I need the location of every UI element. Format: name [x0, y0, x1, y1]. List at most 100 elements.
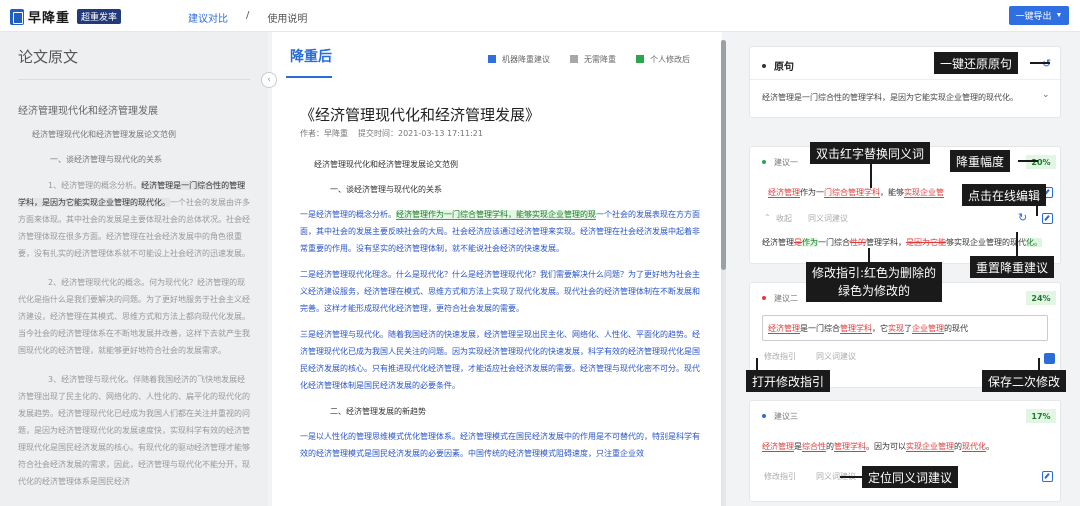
- legend-item-none: 无需降重: [570, 54, 616, 65]
- synonym-word[interactable]: 实现企业管理: [906, 442, 954, 452]
- nav-help[interactable]: 使用说明: [267, 10, 307, 25]
- original-p1-lead: 1、经济管理的概念分析。: [48, 181, 142, 190]
- callout-line: [868, 248, 870, 262]
- legend-item-machine: 机器降重建议: [488, 54, 550, 65]
- legend-swatch-green: [636, 55, 644, 63]
- suggestion-1-text[interactable]: 经济管理作为一门综合管理学科，能够实现企业管: [768, 187, 944, 198]
- legend-item-personal: 个人修改后: [636, 54, 690, 65]
- nav-separator: /: [246, 10, 250, 21]
- original-p1-rest: 一个社会的发展由许多方面来体现。其中社会的发展是主要体现社会的总体状况。社会经济…: [18, 198, 250, 258]
- synonym-word[interactable]: 门综合: [824, 188, 848, 198]
- synonym-word[interactable]: 管理学科: [840, 324, 872, 334]
- reset-icon[interactable]: ↻: [1018, 211, 1027, 224]
- synonym-word[interactable]: 经济管理: [762, 442, 794, 452]
- callout-guide-line-2: 绿色为修改的: [838, 284, 911, 298]
- synonym-word[interactable]: 实现: [888, 324, 904, 334]
- original-title: 经济管理现代化和经济管理发展: [18, 106, 158, 117]
- text-span: 是: [794, 442, 802, 451]
- callout-restore: 一键还原原句: [934, 52, 1019, 74]
- nav-compare[interactable]: 建议对比: [188, 10, 228, 25]
- document-paragraph-3[interactable]: 三是经济管理与现代化。随着我国经济的快速发展，经济管理呈现出民主化、网络化、人性…: [300, 326, 700, 394]
- legend: 机器降重建议 无需降重 个人修改后: [488, 54, 690, 65]
- text-span: 。因为可以: [866, 442, 906, 451]
- synonym-word[interactable]: 实现企业管: [904, 188, 944, 198]
- callout-line: [1036, 206, 1038, 216]
- callout-line: [1016, 232, 1018, 256]
- heading-underline: [286, 76, 332, 78]
- legend-swatch-blue: [488, 55, 496, 63]
- callout-line: [756, 358, 758, 370]
- text-span: 。: [986, 442, 994, 451]
- deleted-text: 是因为它能: [906, 238, 946, 247]
- document-paragraph-2[interactable]: 二是经济管理现代化理念。什么是现代化？什么是经济管理现代化？我们需要解决什么问题…: [300, 266, 700, 317]
- top-bar: 早降重 超重发率 建议对比 / 使用说明 一键导出 ▼: [0, 0, 1080, 32]
- edit-icon[interactable]: [1042, 471, 1053, 482]
- text-span: ，能够: [880, 188, 904, 197]
- synonym-suggestion-link[interactable]: 同义词建议: [808, 213, 848, 224]
- open-guide-link[interactable]: 修改指引: [764, 351, 796, 362]
- original-subtitle: 经济管理现代化和经济管理发展论文范例: [32, 130, 176, 139]
- brand-name: 早降重: [28, 11, 71, 26]
- synonym-word[interactable]: 企业管理: [912, 324, 944, 334]
- callout-dblclick: 双击红字替换同义词: [810, 142, 931, 164]
- modified-text: 化。: [1026, 238, 1042, 247]
- save-icon[interactable]: [1044, 353, 1055, 364]
- collapse-guide-link[interactable]: 收起: [776, 213, 792, 224]
- original-paragraph-2: 2、经济管理现代化的概念。何为现代化？经济管理的现代化是指什么是我们要解决的问题…: [18, 278, 250, 355]
- document-submit-time: 提交时间：2021-03-13 17:11:21: [358, 129, 483, 138]
- document-title: 《经济管理现代化和经济管理发展》: [300, 106, 541, 124]
- scrollbar-thumb[interactable]: [721, 40, 726, 270]
- original-paragraph-3: 3、经济管理与现代化。伴随着我国经济的飞快地发展经济管理出现了民主化的、网络化的…: [18, 375, 250, 486]
- document-paragraph-1[interactable]: 一是经济管理的概念分析。经济管理作为一门综合管理学科，能够实现企业管理的现一个社…: [300, 206, 700, 257]
- suggestion-2-label: 建议二: [762, 293, 798, 304]
- modification-guide-text: 经济管理是作为一门综合性的管理学科，是因为它能够实现企业管理的现代化。: [762, 237, 1042, 248]
- text-span: 了: [904, 324, 912, 333]
- p1-personal-edit[interactable]: 经济管理作为一门综合管理学科，能够实现企业管理的现: [396, 210, 596, 220]
- callout-guide: 修改指引:红色为删除的 绿色为修改的: [806, 262, 943, 302]
- callout-reset: 重置降重建议: [970, 256, 1055, 278]
- document-paragraph-4[interactable]: 一是以人性化的管理思维模式优化管理体系。经济管理模式在国民经济发展中的作用是不可…: [300, 428, 700, 462]
- synonym-suggestion-link[interactable]: 同义词建议: [816, 351, 856, 362]
- text-span: 的现代: [944, 324, 968, 333]
- synonym-word[interactable]: 经济管理: [768, 188, 800, 198]
- rewritten-pane: 降重后 机器降重建议 无需降重 个人修改后 《经济管理现代化和经济管理发展》 作…: [272, 32, 722, 506]
- callout-line: [1030, 62, 1050, 64]
- fold-icon[interactable]: ⌃: [764, 213, 771, 222]
- export-label: 一键导出: [1015, 11, 1052, 21]
- callout-locate: 定位同义词建议: [862, 466, 959, 488]
- original-sentence-title: 原句: [762, 58, 794, 73]
- text-span: 够实现企业管理的现代: [946, 238, 1026, 247]
- synonym-word[interactable]: 管理学科: [848, 188, 880, 198]
- callout-save: 保存二次修改: [982, 370, 1067, 392]
- deleted-text: 性的: [850, 238, 866, 247]
- callout-line: [1038, 358, 1040, 370]
- modified-text: 作为: [802, 238, 818, 247]
- synonym-word[interactable]: 综合性: [802, 442, 826, 452]
- deleted-text: 是: [794, 238, 802, 247]
- text-span: 作为一: [800, 188, 824, 197]
- synonym-word[interactable]: 现代化: [962, 442, 986, 452]
- synonym-word[interactable]: 经济管理: [768, 324, 800, 334]
- edit-icon[interactable]: [1042, 213, 1053, 224]
- brand-badge: 超重发率: [77, 9, 122, 24]
- legend-swatch-gray: [570, 55, 578, 63]
- text-span: 的: [954, 442, 962, 451]
- document-subtitle: 经济管理现代化和经济管理发展论文范例: [314, 160, 458, 169]
- suggestion-2-text[interactable]: 经济管理是一门综合管理学科，它实现了企业管理的现代: [768, 323, 968, 334]
- export-button[interactable]: 一键导出 ▼: [1009, 6, 1069, 25]
- text-span: 一门综合: [818, 238, 850, 247]
- synonym-word[interactable]: 管理学科: [834, 442, 866, 452]
- p1-lead: 一是经济管理的概念分析。: [300, 210, 396, 219]
- chevron-down-icon[interactable]: ⌄: [1042, 90, 1050, 100]
- document-meta: 作者：早降重 提交时间：2021-03-13 17:11:21: [300, 128, 483, 139]
- open-guide-link[interactable]: 修改指引: [764, 471, 796, 482]
- suggestion-2-rate: 24%: [1026, 291, 1056, 305]
- callout-guide-line-1: 修改指引:红色为删除的: [812, 266, 937, 280]
- suggestion-3-text[interactable]: 经济管理是综合性的管理学科。因为可以实现企业管理的现代化。: [762, 441, 994, 452]
- collapse-left-button[interactable]: ‹: [261, 72, 277, 88]
- original-paper-pane: 论文原文 经济管理现代化和经济管理发展 经济管理现代化和经济管理发展论文范例 一…: [0, 32, 268, 506]
- legend-label: 个人修改后: [650, 55, 690, 64]
- suggestion-3-rate: 17%: [1026, 409, 1056, 423]
- text-span: 的: [826, 442, 834, 451]
- suggestion-1-label: 建议一: [762, 157, 798, 168]
